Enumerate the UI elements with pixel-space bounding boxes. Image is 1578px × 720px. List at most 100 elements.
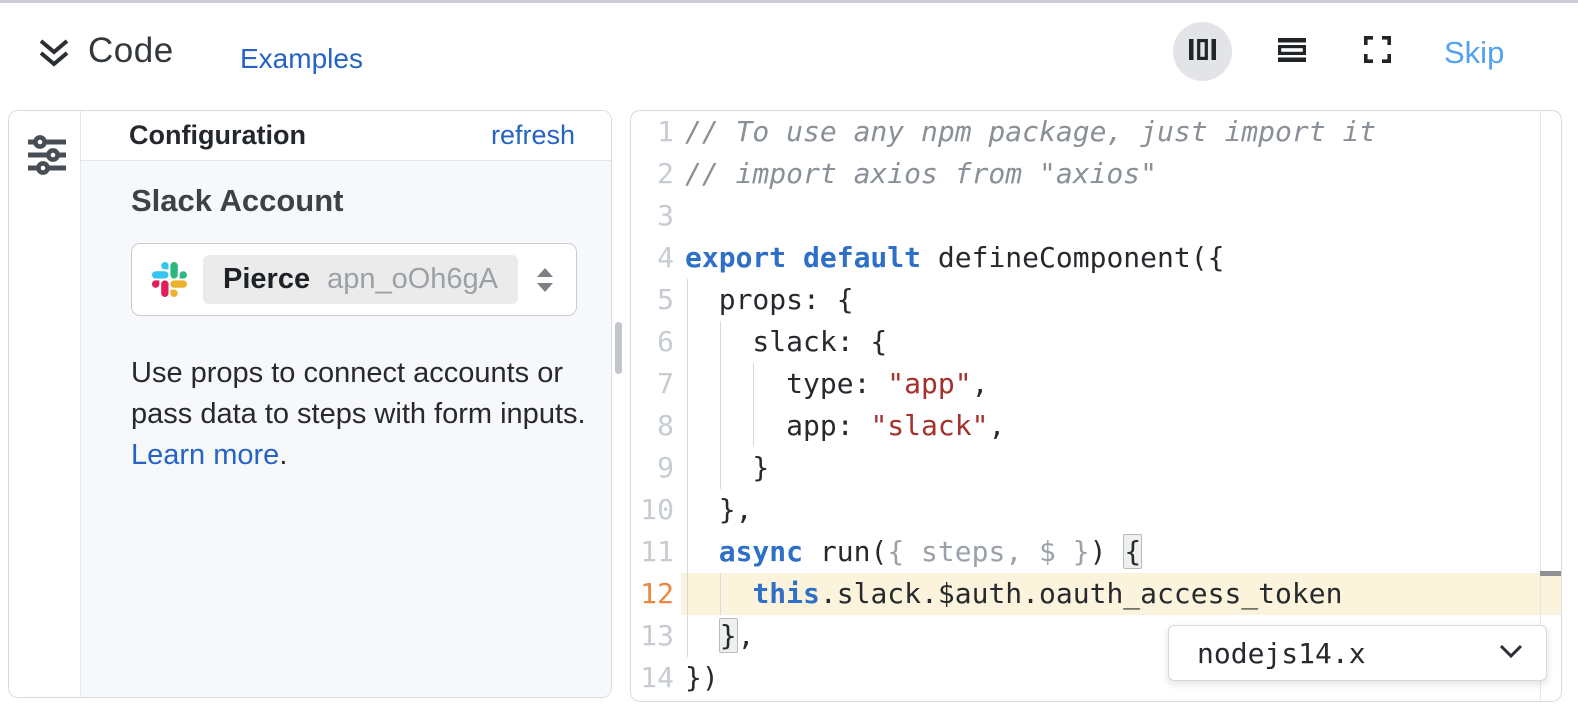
- selector-icon: [534, 266, 556, 294]
- account-name: Pierce: [223, 263, 310, 296]
- line-number[interactable]: 4: [631, 237, 681, 279]
- code-token-plain: [685, 535, 719, 568]
- line-number[interactable]: 6: [631, 321, 681, 363]
- scrollbar-line-marker: [1540, 571, 1562, 576]
- code-line[interactable]: },: [681, 489, 1561, 531]
- code-token-kw: this: [752, 577, 819, 610]
- account-id: apn_oOh6gA: [327, 263, 498, 296]
- code-token-plain: [685, 619, 719, 652]
- code-token-plain: app:: [685, 409, 870, 442]
- code-row: 1// To use any npm package, just import …: [631, 111, 1561, 153]
- line-number[interactable]: 11: [631, 531, 681, 573]
- runtime-select[interactable]: nodejs14.x: [1168, 625, 1547, 681]
- columns-layout-icon: [1189, 38, 1216, 66]
- refresh-link[interactable]: refresh: [491, 120, 575, 151]
- line-number[interactable]: 14: [631, 657, 681, 699]
- code-token-com: // To use any npm package, just import i…: [685, 115, 1376, 148]
- line-number[interactable]: 2: [631, 153, 681, 195]
- code-row: 8 app: "slack",: [631, 405, 1561, 447]
- slack-account-select[interactable]: Pierce apn_oOh6gA: [131, 243, 577, 316]
- fullscreen-icon: [1364, 36, 1391, 68]
- code-editor[interactable]: 1// To use any npm package, just import …: [630, 110, 1562, 702]
- line-number[interactable]: 10: [631, 489, 681, 531]
- code-line[interactable]: export default defineComponent({: [681, 237, 1561, 279]
- code-row: 3: [631, 195, 1561, 237]
- code-row: 9 }: [631, 447, 1561, 489]
- line-number[interactable]: 5: [631, 279, 681, 321]
- code-token-plain: defineComponent({: [921, 241, 1224, 274]
- code-token-plain: ,: [738, 619, 755, 652]
- code-token-bm: }: [719, 618, 738, 653]
- code-line[interactable]: this.slack.$auth.oauth_access_token: [681, 573, 1561, 615]
- window-top-border: [0, 0, 1578, 3]
- code-row: 7 type: "app",: [631, 363, 1561, 405]
- code-token-plain: ): [1090, 535, 1124, 568]
- code-token-plain: },: [685, 493, 752, 526]
- indent-guide: [720, 573, 721, 615]
- code-token-com: // import axios from "axios": [685, 157, 1157, 190]
- code-line[interactable]: [681, 195, 1561, 237]
- code-row: 10 },: [631, 489, 1561, 531]
- code-token-plain: .slack.$auth.oauth_access_token: [820, 577, 1343, 610]
- learn-more-link[interactable]: Learn more: [131, 439, 279, 471]
- help-text-after: .: [279, 439, 287, 471]
- code-line[interactable]: }: [681, 447, 1561, 489]
- code-row: 11 async run({ steps, $ }) {: [631, 531, 1561, 573]
- line-number[interactable]: 12: [631, 573, 681, 615]
- help-text: Use props to connect accounts or pass da…: [131, 353, 609, 476]
- code-token-plain: type:: [685, 367, 887, 400]
- page-title: Code: [88, 31, 174, 71]
- code-line[interactable]: slack: {: [681, 321, 1561, 363]
- editor-ruler: [1540, 111, 1541, 701]
- code-token-kw: async: [719, 535, 803, 568]
- code-line[interactable]: type: "app",: [681, 363, 1561, 405]
- slack-account-label: Slack Account: [131, 183, 343, 219]
- code-row: 12 this.slack.$auth.oauth_access_token: [631, 573, 1561, 615]
- line-number[interactable]: 1: [631, 111, 681, 153]
- line-number[interactable]: 13: [631, 615, 681, 657]
- rows-layout-button[interactable]: [1264, 24, 1320, 80]
- sliders-icon[interactable]: [25, 133, 69, 179]
- fullscreen-button[interactable]: [1349, 24, 1405, 80]
- panel-icon-rail: [9, 111, 81, 697]
- skip-link[interactable]: Skip: [1444, 35, 1504, 71]
- code-line[interactable]: // To use any npm package, just import i…: [681, 111, 1561, 153]
- code-line[interactable]: props: {: [681, 279, 1561, 321]
- config-panel-scrollbar[interactable]: [615, 322, 622, 374]
- line-number[interactable]: 8: [631, 405, 681, 447]
- configuration-panel: Configuration refresh Slack Account: [8, 110, 612, 698]
- columns-layout-button[interactable]: [1173, 22, 1232, 81]
- code-token-plain: }: [685, 451, 769, 484]
- code-row: 6 slack: {: [631, 321, 1561, 363]
- code-token-muted: { steps, $ }: [887, 535, 1089, 568]
- indent-guide: [687, 279, 688, 657]
- editor-lines: 1// To use any npm package, just import …: [631, 111, 1561, 699]
- rows-layout-icon: [1277, 38, 1307, 67]
- examples-link[interactable]: Examples: [240, 43, 363, 75]
- code-token-plain: run(: [803, 535, 887, 568]
- selected-account: Pierce apn_oOh6gA: [203, 255, 518, 304]
- collapse-panel-button[interactable]: [30, 34, 78, 78]
- line-number[interactable]: 3: [631, 195, 681, 237]
- code-token-plain: props: {: [685, 283, 854, 316]
- code-token-plain: ,: [972, 367, 989, 400]
- configuration-header: Configuration refresh: [81, 111, 612, 161]
- code-token-bm: {: [1123, 534, 1142, 569]
- code-row: 4export default defineComponent({: [631, 237, 1561, 279]
- code-token-kw: export default: [685, 241, 921, 274]
- code-row: 2// import axios from "axios": [631, 153, 1561, 195]
- code-token-plain: [685, 577, 752, 610]
- code-token-str: "slack": [870, 409, 988, 442]
- configuration-title: Configuration: [129, 120, 306, 151]
- line-number[interactable]: 9: [631, 447, 681, 489]
- chevron-down-icon: [1498, 643, 1524, 664]
- line-number[interactable]: 7: [631, 363, 681, 405]
- indent-guide: [753, 363, 754, 447]
- code-line[interactable]: // import axios from "axios": [681, 153, 1561, 195]
- code-line[interactable]: async run({ steps, $ }) {: [681, 531, 1561, 573]
- code-row: 5 props: {: [631, 279, 1561, 321]
- code-token-plain: }): [685, 661, 719, 694]
- code-line[interactable]: app: "slack",: [681, 405, 1561, 447]
- code-token-str: "app": [887, 367, 971, 400]
- code-token-plain: ,: [988, 409, 1005, 442]
